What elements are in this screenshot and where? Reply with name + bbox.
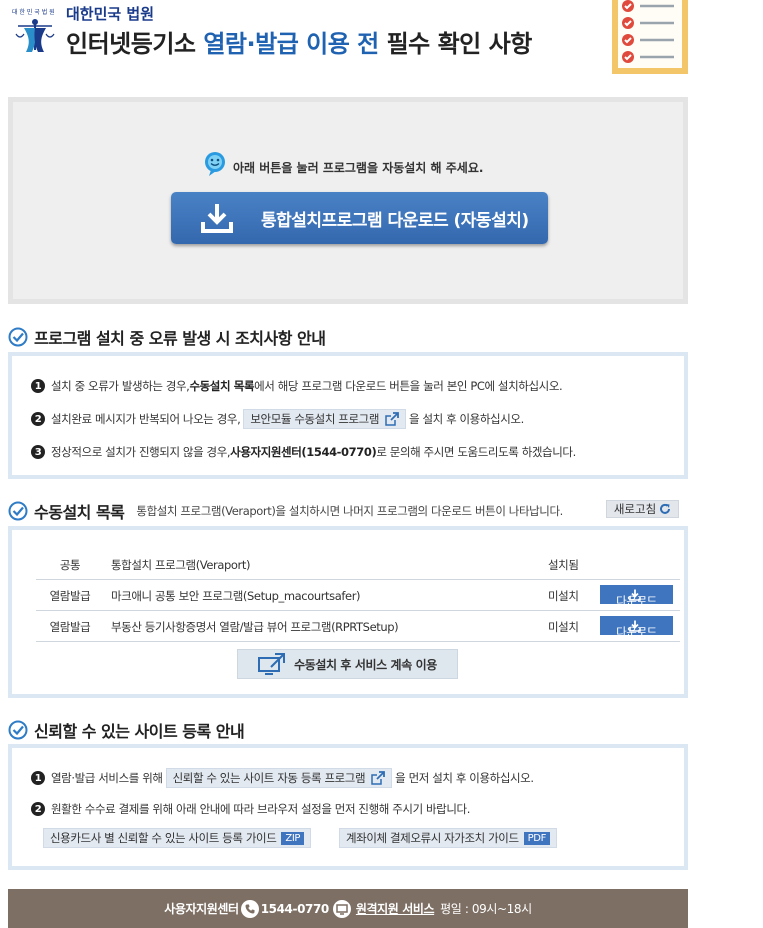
error-item-1-post: 에서 해당 프로그램 다운로드 버튼을 눌러 본인 PC에 설치하십시오. <box>254 379 563 393</box>
download-label: 다운로드 <box>616 594 657 608</box>
transfer-error-guide-button[interactable]: 계좌이체 결제오류시 자가조치 가이드 PDF <box>339 828 557 848</box>
continue-button-label: 수동설치 후 서비스 계속 이용 <box>294 657 437 672</box>
checklist-illustration-icon <box>612 0 688 74</box>
error-item-3: 3 정상적으로 설치가 진행되지 않을 경우, 사용자지원센터(1544-077… <box>31 444 576 460</box>
row-program-name: 부동산 등기사항증명서 열람/발급 뷰어 프로그램(RPRTSetup) <box>111 620 399 634</box>
check-circle-icon <box>8 327 28 347</box>
pdf-file-tag: PDF <box>523 831 550 845</box>
trust-item-2-text: 원활한 수수료 결제를 위해 아래 안내에 따라 브라우저 설정을 먼저 진행해… <box>51 802 470 816</box>
refresh-button[interactable]: 새로고침 <box>606 500 679 518</box>
number-badge: 2 <box>31 802 45 816</box>
trust-item-1: 1 열람·발급 서비스를 위해 신뢰할 수 있는 사이트 자동 등록 프로그램 … <box>31 768 534 788</box>
page-title: 인터넷등기소 열람·발급 이용 전 필수 확인 사항 <box>66 24 532 59</box>
download-icon <box>201 204 233 233</box>
card-trusted-site-guide-button[interactable]: 신용카드사 별 신뢰할 수 있는 사이트 등록 가이드 ZIP <box>43 828 312 848</box>
auto-install-panel-inner: 아래 버튼을 눌러 프로그램을 자동설치 해 주세요. 통합설치프로그램 다운로… <box>13 102 683 299</box>
download-button-label: 통합설치프로그램 다운로드 (자동설치) <box>261 210 529 231</box>
download-hint-text: 아래 버튼을 눌러 프로그램을 자동설치 해 주세요. <box>233 161 484 175</box>
check-circle-icon <box>8 720 28 740</box>
external-link-icon <box>371 771 386 785</box>
download-hint: 아래 버튼을 눌러 프로그램을 자동설치 해 주세요. <box>203 149 483 179</box>
error-guide-box: 1 설치 중 오류가 발생하는 경우, 수동설치 목록 에서 해당 프로그램 다… <box>8 352 688 479</box>
support-hours: 평일 : 09시~18시 <box>440 902 532 916</box>
row-category: 열람발급 <box>49 589 91 603</box>
zip-file-tag: ZIP <box>281 831 305 845</box>
table-row: 공통 통합설치 프로그램(Veraport) 설치됨 <box>36 549 680 580</box>
error-section-title: 프로그램 설치 중 오류 발생 시 조치사항 안내 <box>34 329 326 348</box>
card-guide-label: 신용카드사 별 신뢰할 수 있는 사이트 등록 가이드 <box>50 831 277 845</box>
table-row: 열람발급 부동산 등기사항증명서 열람/발급 뷰어 프로그램(RPRTSetup… <box>36 610 680 641</box>
refresh-button-label: 새로고침 <box>613 502 657 516</box>
court-name: 대한민국 법원 <box>66 5 155 23</box>
macourtsafer-download-button[interactable]: 다운로드 <box>600 585 673 608</box>
row-program-name: 마크애니 공통 보안 프로그램(Setup_macourtsafer) <box>111 589 361 603</box>
remote-support-link[interactable]: 원격지원 서비스 <box>356 900 435 917</box>
manual-install-heading: 수동설치 목록 통합설치 프로그램(Veraport)을 설치하시면 나머지 프… <box>8 499 563 523</box>
trusted-site-title: 신뢰할 수 있는 사이트 등록 안내 <box>34 722 245 741</box>
download-label: 다운로드 <box>616 625 657 639</box>
support-phone: 1544-0770 <box>260 901 330 916</box>
manual-install-title: 수동설치 목록 <box>34 503 125 522</box>
trusted-site-box: 1 열람·발급 서비스를 위해 신뢰할 수 있는 사이트 자동 등록 프로그램 … <box>8 744 688 870</box>
error-item-3-pre: 정상적으로 설치가 진행되지 않을 경우, <box>51 445 231 459</box>
title-prefix: 인터넷등기소 <box>66 30 204 58</box>
monitor-external-link-icon <box>258 653 286 675</box>
transfer-guide-label: 계좌이체 결제오류시 자가조치 가이드 <box>346 831 519 845</box>
row-install-status: 설치됨 <box>548 558 579 572</box>
court-emblem-logo: 대 한 민 국 법 원 <box>12 8 55 52</box>
row-program-name: 통합설치 프로그램(Veraport) <box>111 558 251 572</box>
integrated-installer-download-button[interactable]: 통합설치프로그램 다운로드 (자동설치) <box>171 192 548 244</box>
row-install-status: 미설치 <box>548 589 579 603</box>
error-item-1-pre: 설치 중 오류가 발생하는 경우, <box>51 379 190 393</box>
error-item-2: 2 설치완료 메시지가 반복되어 나오는 경우, 보안모듈 수동설치 프로그램 … <box>31 409 524 429</box>
security-module-button-label: 보안모듈 수동설치 프로그램 <box>250 412 380 426</box>
error-item-2-post: 을 설치 후 이용하십시오. <box>409 412 524 426</box>
support-center-ref: 사용자지원센터(1544-0770) <box>230 445 377 459</box>
number-badge: 3 <box>31 445 45 459</box>
trusted-site-heading: 신뢰할 수 있는 사이트 등록 안내 <box>8 718 245 742</box>
support-center-label: 사용자지원센터 <box>164 902 239 916</box>
trusted-site-auto-register-button[interactable]: 신뢰할 수 있는 사이트 자동 등록 프로그램 <box>165 768 393 788</box>
trust-item-1-pre: 열람·발급 서비스를 위해 <box>51 771 163 785</box>
phone-icon <box>240 899 259 918</box>
continue-after-manual-install-button[interactable]: 수동설치 후 서비스 계속 이용 <box>237 649 458 679</box>
error-section-heading: 프로그램 설치 중 오류 발생 시 조치사항 안내 <box>8 325 326 349</box>
trusted-site-button-label: 신뢰할 수 있는 사이트 자동 등록 프로그램 <box>172 771 366 785</box>
error-item-3-post: 로 문의해 주시면 도움드리도록 하겠습니다. <box>376 445 576 459</box>
number-badge: 2 <box>31 412 45 426</box>
refresh-icon <box>660 503 671 514</box>
external-link-icon <box>385 412 399 426</box>
page-header: 대 한 민 국 법 원 대한민국 법원 인터넷등기소 열람·발급 이용 전 필수… <box>0 0 763 80</box>
trust-item-1-post: 을 먼저 설치 후 이용하십시오. <box>395 771 534 785</box>
security-module-manual-install-button[interactable]: 보안모듈 수동설치 프로그램 <box>243 409 407 429</box>
table-bottom-divider <box>36 641 680 642</box>
manual-install-desc: 통합설치 프로그램(Veraport)을 설치하시면 나머지 프로그램의 다운로… <box>136 504 563 518</box>
row-category: 공통 <box>59 558 81 572</box>
check-circle-icon <box>8 501 28 521</box>
number-badge: 1 <box>31 771 45 785</box>
smiley-speech-bubble-icon <box>205 152 225 176</box>
emblem-caption: 대 한 민 국 법 원 <box>12 8 55 16</box>
row-category: 열람발급 <box>49 620 91 634</box>
title-suffix: 필수 확인 사항 <box>378 30 533 58</box>
trust-item-2: 2 원활한 수수료 결제를 위해 아래 안내에 따라 브라우저 설정을 먼저 진… <box>31 801 470 817</box>
number-badge: 1 <box>31 379 45 393</box>
error-item-1: 1 설치 중 오류가 발생하는 경우, 수동설치 목록 에서 해당 프로그램 다… <box>31 378 563 394</box>
rprt-viewer-download-button[interactable]: 다운로드 <box>600 616 673 639</box>
title-accent: 열람·발급 이용 전 <box>203 30 379 58</box>
support-footer: 사용자지원센터 1544-0770 원격지원 서비스 평일 : 09시~18시 <box>8 889 688 928</box>
table-row: 열람발급 마크애니 공통 보안 프로그램(Setup_macourtsafer)… <box>36 579 680 610</box>
error-item-2-pre: 설치완료 메시지가 반복되어 나오는 경우, <box>51 412 241 426</box>
auto-install-panel: 아래 버튼을 눌러 프로그램을 자동설치 해 주세요. 통합설치프로그램 다운로… <box>8 97 688 304</box>
remote-support-monitor-icon <box>332 899 351 918</box>
row-install-status: 미설치 <box>548 620 579 634</box>
manual-install-list-ref: 수동설치 목록 <box>189 379 255 393</box>
